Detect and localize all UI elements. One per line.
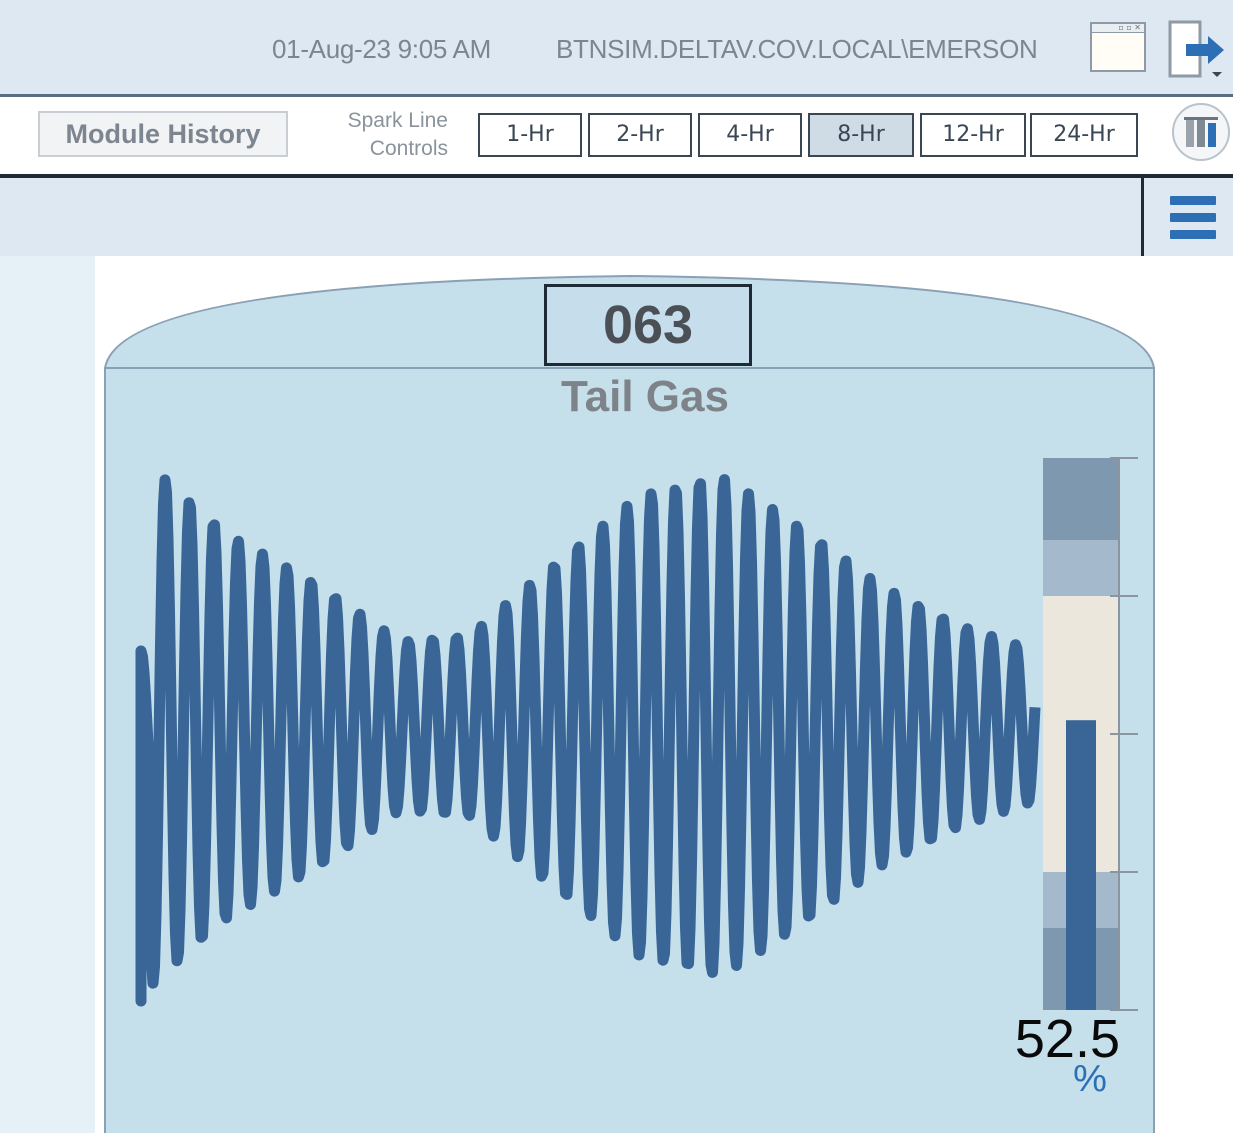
faceplate-area: 063 Tail Gas 52.5 % (0, 256, 1233, 1133)
header-bar: 01-Aug-23 9:05 AM BTNSIM.DELTAV.COV.LOCA… (0, 0, 1233, 97)
module-description: Tail Gas (561, 372, 729, 421)
current-datetime: 01-Aug-23 9:05 AM (272, 34, 491, 64)
logout-arrow-icon[interactable] (1162, 16, 1228, 82)
range-button-12hr[interactable]: 12-Hr (920, 113, 1026, 157)
alarm-zone-high (1043, 540, 1120, 596)
spark-line-controls-label: Spark Line Controls (300, 107, 448, 163)
toolbar: Module History Spark Line Controls 1-Hr … (0, 97, 1233, 178)
strip-divider (1141, 178, 1144, 256)
logged-in-user: BTNSIM.DELTAV.COV.LOCAL\EMERSON (556, 34, 1038, 64)
hamburger-menu-icon[interactable] (1166, 192, 1222, 244)
window-icon[interactable]: ▫ ▫ ✕ (1090, 22, 1146, 72)
range-button-2hr[interactable]: 2-Hr (588, 113, 692, 157)
pv-unit: % (1073, 1058, 1107, 1100)
module-history-button[interactable]: Module History (38, 111, 288, 157)
spark-label-line2: Controls (369, 137, 448, 160)
module-tag-box[interactable]: 063 (544, 284, 752, 366)
range-button-1hr[interactable]: 1-Hr (478, 113, 582, 157)
range-button-8hr[interactable]: 8-Hr (808, 113, 914, 157)
spark-label-line1: Spark Line (347, 109, 448, 132)
pv-bar (1066, 720, 1096, 1010)
alarm-zone-high-high (1043, 458, 1120, 540)
status-strip (0, 178, 1233, 256)
range-button-24hr[interactable]: 24-Hr (1030, 113, 1138, 157)
range-button-4hr[interactable]: 4-Hr (698, 113, 802, 157)
trend-bars-icon[interactable] (1172, 103, 1230, 161)
